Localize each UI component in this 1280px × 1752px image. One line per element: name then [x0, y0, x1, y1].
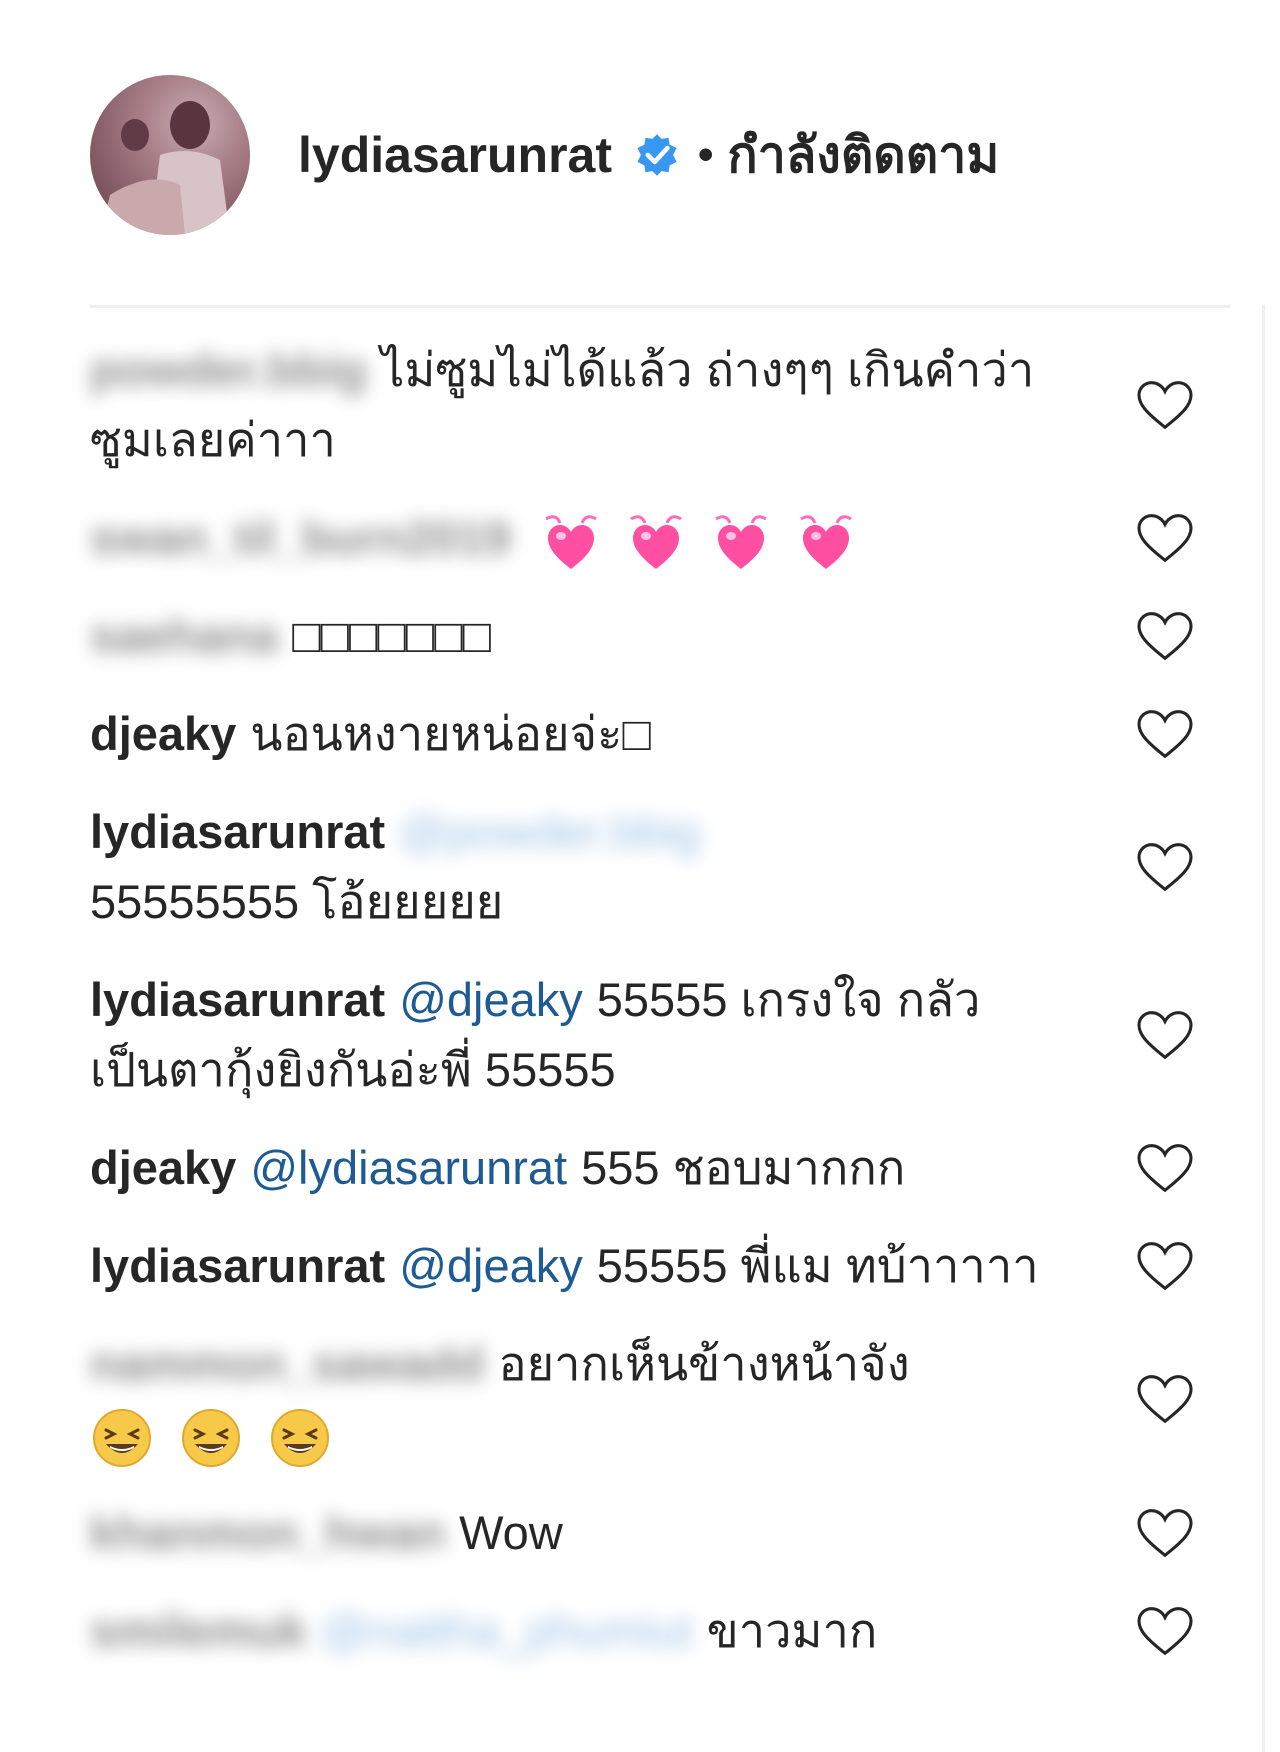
- comment-username[interactable]: powder.bbig: [90, 343, 367, 396]
- comment-item: saehana □□□□□□□: [90, 601, 1240, 671]
- heart-outline-icon[interactable]: [1135, 841, 1195, 893]
- comment-text: □□□□□□□: [292, 609, 491, 662]
- header-divider: [90, 305, 1230, 308]
- verified-badge-icon: [637, 134, 677, 176]
- avatar-photo-icon: [90, 75, 250, 235]
- comment-text: 55555555 โอ้ยยยยย: [90, 875, 504, 928]
- heart-emoji-icon: [800, 514, 852, 569]
- header-separator: •: [698, 130, 714, 179]
- laughing-face-emoji-icon: [93, 1408, 151, 1467]
- heart-outline-icon[interactable]: [1135, 1605, 1195, 1657]
- comment-username[interactable]: swan_til_burn2019: [90, 511, 511, 564]
- comment-item: nammon_sawadd อยากเห็นข้างหน้าจัง: [90, 1329, 1240, 1470]
- comment-mention[interactable]: @nattha_phumiut: [321, 1604, 693, 1657]
- comment-text: Wow: [459, 1505, 563, 1559]
- header-username[interactable]: lydiasarunrat: [298, 126, 612, 184]
- comment-mention[interactable]: @djeaky: [399, 973, 583, 1026]
- comment-body: lydiasarunrat @djeaky 55555 พี่แม ทบ้าาาาา: [90, 1231, 1050, 1301]
- comment-text: ขาวมาก: [706, 1603, 878, 1657]
- comment-body: nammon_sawadd อยากเห็นข้างหน้าจัง: [90, 1329, 1050, 1470]
- comment-body: djeaky นอนหงายหน่อยจ่ะ□: [90, 699, 1050, 769]
- comment-item: khanmon_hwan Wow: [90, 1498, 1240, 1568]
- comment-username[interactable]: djeaky: [90, 707, 236, 760]
- comment-body: saehana □□□□□□□: [90, 601, 1050, 671]
- comment-mention[interactable]: @djeaky: [399, 1239, 583, 1292]
- comment-item: djeaky @lydiasarunrat 555 ชอบมากกก: [90, 1133, 1240, 1203]
- comment-item: djeaky นอนหงายหน่อยจ่ะ□: [90, 699, 1240, 769]
- heart-emoji-icon: [629, 514, 682, 569]
- comment-item: powder.bbig ไม่ซูมไม่ได้แล้ว ถ่างๆๆ เกินค…: [90, 335, 1240, 475]
- laughing-face-emoji-icon: [182, 1408, 241, 1467]
- laughing-face-emoji-icon: [271, 1408, 330, 1467]
- heart-outline-icon[interactable]: [1135, 708, 1195, 760]
- comment-text: 555 ชอบมากกก: [581, 1141, 906, 1194]
- comment-mention[interactable]: @lydiasarunrat: [250, 1141, 567, 1194]
- comment-username[interactable]: lydiasarunrat: [90, 805, 385, 858]
- comment-body: khanmon_hwan Wow: [90, 1498, 1050, 1568]
- heart-outline-icon[interactable]: [1135, 1507, 1195, 1559]
- post-header: lydiasarunrat • กำลังติดตาม: [90, 75, 999, 235]
- heart-outline-icon[interactable]: [1135, 610, 1195, 662]
- comment-username[interactable]: djeaky: [90, 1141, 236, 1194]
- comment-username[interactable]: lydiasarunrat: [90, 973, 385, 1026]
- laugh-emoji-group: [90, 1407, 344, 1467]
- heart-emoji-icon: [714, 514, 767, 569]
- heart-outline-icon[interactable]: [1135, 1009, 1195, 1061]
- comment-username[interactable]: saehana: [90, 609, 278, 662]
- heart-outline-icon[interactable]: [1135, 512, 1195, 564]
- heart-outline-icon[interactable]: [1135, 1142, 1195, 1194]
- comment-list: powder.bbig ไม่ซูมไม่ได้แล้ว ถ่างๆๆ เกินค…: [90, 335, 1240, 1694]
- comment-body: djeaky @lydiasarunrat 555 ชอบมากกก: [90, 1133, 1050, 1203]
- follow-status-button[interactable]: กำลังติดตาม: [727, 116, 999, 195]
- profile-avatar[interactable]: [90, 75, 250, 235]
- comment-item: smilemuk @nattha_phumiut ขาวมาก: [90, 1596, 1240, 1666]
- comment-username[interactable]: lydiasarunrat: [90, 1239, 385, 1292]
- comment-body: powder.bbig ไม่ซูมไม่ได้แล้ว ถ่างๆๆ เกินค…: [90, 335, 1050, 475]
- heart-outline-icon[interactable]: [1135, 379, 1195, 431]
- comment-item: lydiasarunrat @djeaky 55555 พี่แม ทบ้าาาาา: [90, 1231, 1240, 1301]
- comment-item: lydiasarunrat @powder.bbig 55555555 โอ้ยยย…: [90, 797, 1240, 937]
- comment-username[interactable]: khanmon_hwan: [90, 1506, 445, 1559]
- header-text: lydiasarunrat • กำลังติดตาม: [298, 116, 999, 195]
- heart-emoji-group: [538, 511, 865, 569]
- comment-username[interactable]: smilemuk: [90, 1604, 307, 1657]
- comment-item: swan_til_burn2019: [90, 503, 1240, 573]
- heart-outline-icon[interactable]: [1135, 1373, 1195, 1425]
- heart-outline-icon[interactable]: [1135, 1240, 1195, 1292]
- comment-mention[interactable]: @powder.bbig: [399, 805, 700, 858]
- comment-text: อยากเห็นข้างหน้าจัง: [498, 1337, 910, 1390]
- comment-text: 55555 พี่แม ทบ้าาาาา: [596, 1239, 1039, 1292]
- comment-body: lydiasarunrat @powder.bbig 55555555 โอ้ยยย…: [90, 797, 1050, 937]
- comment-body: swan_til_burn2019: [90, 503, 1050, 573]
- comment-body: smilemuk @nattha_phumiut ขาวมาก: [90, 1596, 1050, 1666]
- comment-username[interactable]: nammon_sawadd: [90, 1337, 484, 1390]
- comment-item: lydiasarunrat @djeaky 55555 เกรงใจ กลัวเป็…: [90, 965, 1240, 1105]
- comment-text: นอนหงายหน่อยจ่ะ□: [250, 707, 651, 760]
- comment-body: lydiasarunrat @djeaky 55555 เกรงใจ กลัวเป็…: [90, 965, 1050, 1105]
- heart-emoji-icon: [544, 514, 597, 569]
- panel-right-border: [1262, 305, 1265, 1752]
